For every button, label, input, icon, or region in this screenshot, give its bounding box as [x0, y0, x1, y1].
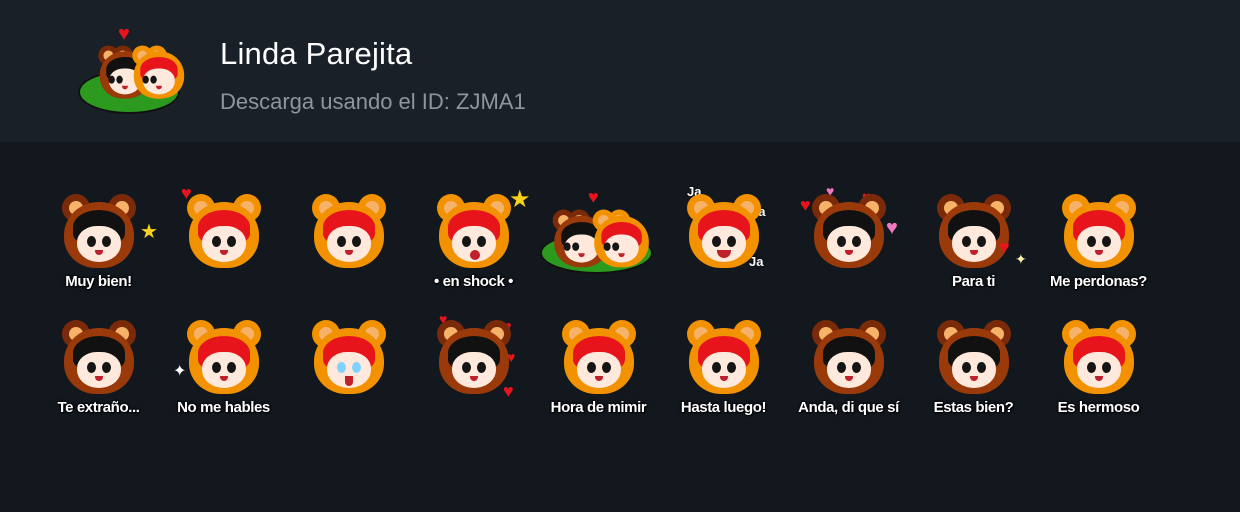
star-icon: ★ — [140, 221, 158, 243]
sticker-item[interactable]: Hora de mimir — [536, 308, 661, 432]
sticker-item[interactable]: ♥ — [161, 182, 286, 306]
sticker-caption: Te extraño... — [57, 399, 140, 416]
sticker-caption: Muy bien! — [65, 273, 132, 290]
sticker-item[interactable]: ★ • en shock • — [411, 182, 536, 306]
sticker-item[interactable] — [286, 308, 411, 432]
sticker-item[interactable]: ♥ ♥ ♥ ♥ — [411, 308, 536, 432]
sticker-caption: Para ti — [951, 273, 996, 290]
sparkle-icon: ✦ — [1015, 251, 1027, 267]
sticker-caption: Es hermoso — [1057, 399, 1140, 416]
pack-thumbnail-icon: ♥ — [76, 22, 185, 118]
sticker-item[interactable]: ★ Muy bien! — [36, 182, 161, 306]
sticker-caption: Estas bien? — [933, 399, 1014, 416]
sticker-item[interactable]: ♥ — [536, 182, 661, 306]
sticker-caption: Anda, di que sí — [798, 399, 899, 416]
pack-header: ♥ Linda Parejita Descarga usando el ID: … — [0, 0, 1240, 142]
pack-title: Linda Parejita — [220, 36, 413, 71]
heart-icon: ♥ — [118, 23, 130, 45]
download-id-text: Descarga usando el ID: ZJMA1 — [220, 89, 526, 114]
sticker-item[interactable]: Es hermoso — [1036, 308, 1161, 432]
heart-icon: ♥ — [588, 187, 599, 207]
sticker-item[interactable]: Anda, di que sí — [786, 308, 911, 432]
sticker-item[interactable]: Hasta luego! — [661, 308, 786, 432]
sticker-item[interactable]: Me perdonas? — [1036, 182, 1161, 306]
sticker-item[interactable]: Ja Ja Ja — [661, 182, 786, 306]
sticker-caption: Hasta luego! — [680, 399, 767, 416]
sticker-item[interactable]: Estas bien? — [911, 308, 1036, 432]
sticker-item[interactable]: ♥ ♥ ♥ ♥ — [786, 182, 911, 306]
sticker-item[interactable]: ✦ No me hables — [161, 308, 286, 432]
shock-burst-icon: ★ — [509, 186, 531, 213]
sticker-item[interactable]: Te extraño... — [36, 308, 161, 432]
sticker-caption: No me hables — [177, 399, 270, 416]
sticker-caption: Me perdonas? — [1050, 273, 1147, 290]
sticker-grid: ★ Muy bien! ♥ ★ • en shock • ♥ Ja Ja Ja … — [36, 182, 1161, 432]
sticker-item[interactable]: ♥ ✦ Para ti — [911, 182, 1036, 306]
heart-icon: ♥ — [999, 237, 1010, 257]
sticker-item[interactable] — [286, 182, 411, 306]
sticker-caption: • en shock • — [433, 273, 514, 290]
sticker-caption: Hora de mimir — [550, 399, 647, 416]
